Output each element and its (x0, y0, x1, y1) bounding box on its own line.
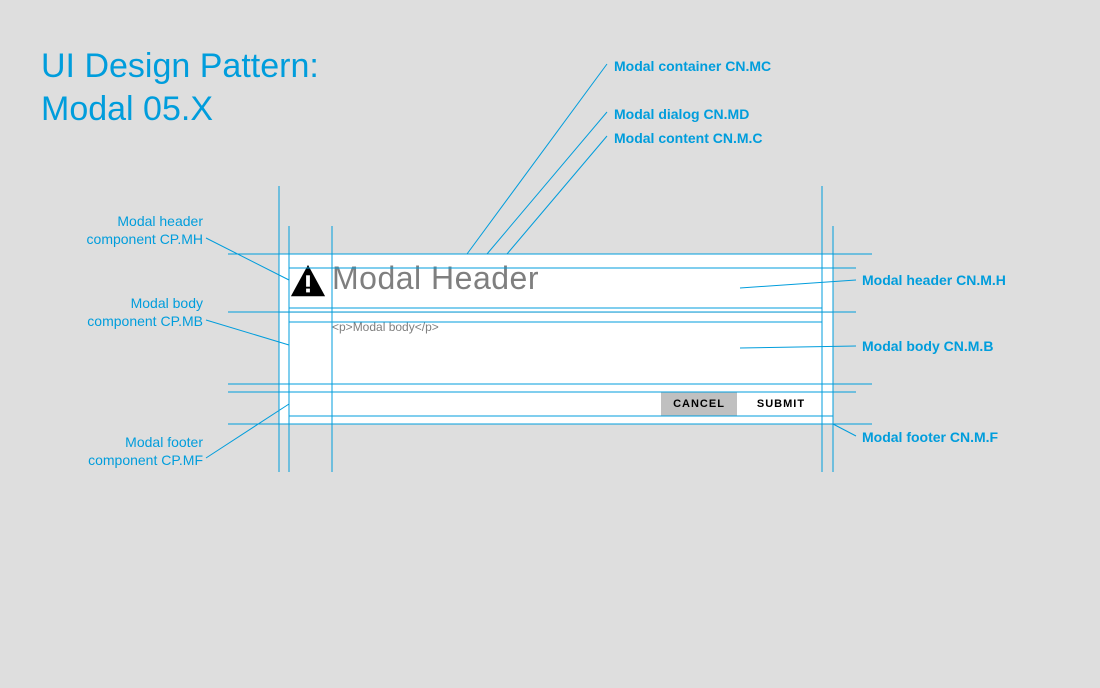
annotation-modal-footer: Modal footer CN.M.F (862, 429, 998, 447)
annotation-text: Modal footer (43, 434, 203, 452)
annotation-modal-content: Modal content CN.M.C (614, 130, 763, 148)
annotation-text: component CP.MB (43, 313, 203, 331)
modal-body-text: <p>Modal body</p> (332, 320, 439, 334)
annotation-text: Modal header (43, 213, 203, 231)
modal-header-text: Modal Header (332, 260, 539, 297)
modal-container: Modal Header <p>Modal body</p> CANCEL SU… (279, 254, 833, 424)
title-line1: UI Design Pattern: (41, 47, 319, 85)
annotation-modal-header: Modal header CN.M.H (862, 272, 1006, 290)
annotation-text: component CP.MF (43, 452, 203, 470)
annotation-header-component: Modal header component CP.MH (43, 213, 203, 248)
page-title: UI Design Pattern: Modal 05.X (41, 45, 319, 130)
annotation-modal-dialog: Modal dialog CN.MD (614, 106, 749, 124)
submit-button[interactable]: SUBMIT (743, 392, 819, 416)
modal-header: Modal Header (279, 254, 833, 313)
modal-body: <p>Modal body</p> (279, 312, 833, 384)
annotation-footer-component: Modal footer component CP.MF (43, 434, 203, 469)
annotation-body-component: Modal body component CP.MB (43, 295, 203, 330)
warning-triangle-icon (289, 262, 327, 300)
annotation-modal-container: Modal container CN.MC (614, 58, 771, 76)
modal-footer: CANCEL SUBMIT (279, 384, 833, 424)
annotation-text: component CP.MH (43, 231, 203, 249)
annotation-text: Modal body (43, 295, 203, 313)
cancel-button[interactable]: CANCEL (661, 392, 737, 416)
title-line2: Modal 05.X (41, 88, 319, 131)
annotation-modal-body: Modal body CN.M.B (862, 338, 993, 356)
